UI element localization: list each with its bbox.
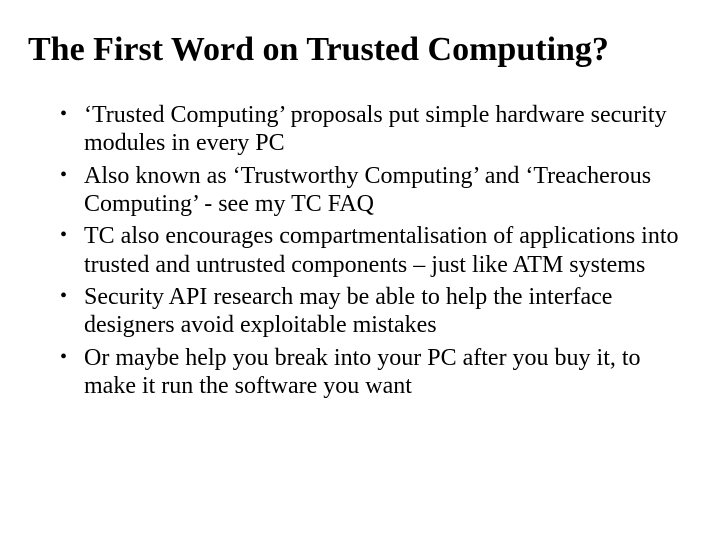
list-item: Or maybe help you break into your PC aft… bbox=[60, 344, 684, 401]
slide-title: The First Word on Trusted Computing? bbox=[28, 30, 692, 69]
bullet-list: ‘Trusted Computing’ proposals put simple… bbox=[28, 101, 692, 400]
list-item: Also known as ‘Trustworthy Computing’ an… bbox=[60, 162, 684, 219]
list-item: ‘Trusted Computing’ proposals put simple… bbox=[60, 101, 684, 158]
list-item: TC also encourages compartmentalisation … bbox=[60, 222, 684, 279]
list-item: Security API research may be able to hel… bbox=[60, 283, 684, 340]
slide: The First Word on Trusted Computing? ‘Tr… bbox=[0, 0, 720, 540]
